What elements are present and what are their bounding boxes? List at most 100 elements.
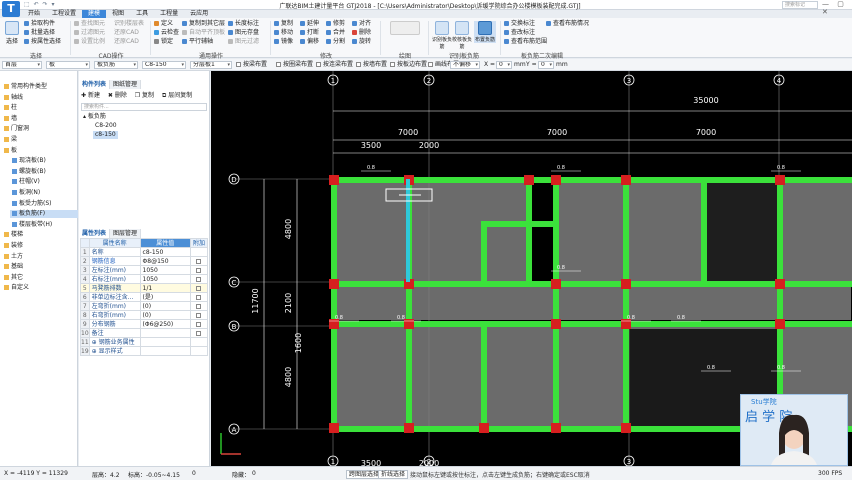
- copy-between-floors-button[interactable]: ⧉ 层间复制: [162, 92, 192, 99]
- nav-item[interactable]: 其它: [2, 274, 78, 282]
- tab-modeling[interactable]: 建模: [82, 10, 107, 18]
- nav-item[interactable]: 轴线: [2, 94, 78, 102]
- property-row[interactable]: 10 备注: [80, 328, 209, 338]
- find-element-button[interactable]: 查找图元: [74, 20, 105, 27]
- y-input[interactable]: 0: [538, 61, 554, 69]
- tab-view[interactable]: 视图: [106, 10, 130, 18]
- nav-item[interactable]: 板负筋(F): [10, 210, 78, 219]
- nav-item[interactable]: 螺旋板(B): [10, 168, 78, 176]
- tab-property-list[interactable]: 属性列表: [79, 229, 111, 238]
- auto-flush-top-button[interactable]: 自动平齐顶板: [182, 29, 225, 36]
- property-extra[interactable]: [189, 328, 209, 338]
- filter-element-button[interactable]: 过滤图元: [74, 29, 105, 36]
- break-button[interactable]: 打断: [300, 29, 319, 36]
- property-value[interactable]: (0): [139, 310, 191, 320]
- view-rebar-range-button[interactable]: 查看布筋范围: [504, 38, 547, 45]
- nav-item[interactable]: 板: [2, 147, 78, 155]
- checkbox[interactable]: [196, 294, 202, 300]
- tab-start[interactable]: 开始: [22, 10, 46, 18]
- property-row[interactable]: 7 左弯折(mm) (0): [80, 301, 209, 311]
- parallel-aux-axis-button[interactable]: 平行辅轴: [182, 38, 213, 45]
- property-extra[interactable]: [189, 337, 209, 347]
- component-item-c8-150[interactable]: c8-150: [93, 131, 118, 139]
- property-value[interactable]: 1/1: [139, 283, 191, 293]
- checkbox[interactable]: [196, 285, 202, 291]
- draw-tools[interactable]: [386, 21, 424, 36]
- new-component-button[interactable]: ✚ 新建: [81, 92, 100, 99]
- split-button[interactable]: 分割: [326, 38, 345, 45]
- nav-item[interactable]: 柱帽(V): [10, 178, 78, 186]
- restore-cad-button-2[interactable]: 还原CAD: [114, 38, 139, 45]
- nav-item[interactable]: 装修: [2, 242, 78, 250]
- nav-item[interactable]: 楼梯: [2, 231, 78, 239]
- property-extra[interactable]: [189, 265, 209, 275]
- property-row[interactable]: 1 名称 c8-150: [80, 247, 209, 257]
- tab-drawing-manager[interactable]: 图纸管理: [110, 80, 142, 89]
- restore-cad-button[interactable]: 还原CAD: [114, 29, 139, 36]
- tab-component-list[interactable]: 构件列表: [79, 80, 111, 89]
- member-type-select[interactable]: 板负筋: [94, 61, 138, 69]
- property-extra[interactable]: [189, 283, 209, 293]
- option-slab-edge[interactable]: 按板边布置: [390, 61, 427, 69]
- nav-item[interactable]: 自定义: [2, 284, 78, 292]
- view-rebar-status-button[interactable]: 查看布筋情况: [546, 20, 589, 27]
- select-button[interactable]: 选择: [2, 21, 22, 45]
- option-wall[interactable]: 按墙布置: [356, 61, 387, 69]
- element-filter-button[interactable]: 图元过滤: [228, 38, 259, 45]
- tree-root-node[interactable]: ▴ 板负筋: [83, 113, 106, 121]
- property-extra[interactable]: [189, 292, 209, 302]
- cloud-check-button[interactable]: 云检查: [154, 29, 179, 36]
- nav-item[interactable]: 现浇板(B): [10, 157, 78, 165]
- nav-item[interactable]: 墙: [2, 115, 78, 123]
- define-button[interactable]: 定义: [154, 20, 173, 27]
- option-beam[interactable]: 按梁布置: [236, 61, 267, 69]
- layer-select[interactable]: 分层板1: [190, 61, 232, 69]
- window-controls[interactable]: — ▢ ✕: [822, 0, 852, 16]
- nav-item[interactable]: 楼层板带(H): [10, 221, 78, 229]
- copy-button[interactable]: 复制: [274, 20, 293, 27]
- nav-item[interactable]: 基础: [2, 263, 78, 271]
- delete-component-button[interactable]: ✖ 删除: [108, 92, 127, 99]
- nav-item[interactable]: 梁: [2, 136, 78, 144]
- edit-label-button[interactable]: 查改标注: [504, 29, 535, 36]
- property-value[interactable]: (是): [139, 292, 191, 302]
- nav-item[interactable]: 常用构件类型: [2, 83, 78, 91]
- property-value[interactable]: (Φ6@250): [139, 319, 191, 329]
- property-extra[interactable]: [189, 301, 209, 311]
- property-value[interactable]: [139, 337, 191, 347]
- property-value[interactable]: [139, 328, 191, 338]
- category-select[interactable]: 板: [46, 61, 90, 69]
- property-value[interactable]: 1050: [139, 274, 191, 284]
- save-element-button[interactable]: 图元存盘: [228, 29, 259, 36]
- x-input[interactable]: 0: [496, 61, 512, 69]
- component-search-input[interactable]: 搜索构件...: [81, 103, 207, 111]
- checkbox[interactable]: [196, 303, 202, 309]
- property-row[interactable]: 4 右标注(mm) 1050: [80, 274, 209, 284]
- option-ring-beam[interactable]: 按圈梁布置: [276, 61, 313, 69]
- tab-layer-manager[interactable]: 图层管理: [110, 229, 142, 238]
- nav-item[interactable]: 门窗洞: [2, 125, 78, 133]
- property-row[interactable]: 11 ⊕ 钢筋业务属性: [80, 337, 209, 347]
- property-value[interactable]: (0): [139, 301, 191, 311]
- identify-rebar-button[interactable]: 识别板负筋: [432, 21, 452, 50]
- lock-button[interactable]: 锁定: [154, 38, 173, 45]
- search-input[interactable]: 搜索标记: [782, 1, 818, 9]
- nav-item[interactable]: 板受力筋(S): [10, 200, 78, 208]
- copy-component-button[interactable]: ❐ 复制: [135, 92, 154, 99]
- app-logo-icon[interactable]: T: [2, 1, 20, 17]
- mirror-button[interactable]: 镜像: [274, 38, 293, 45]
- tab-tools[interactable]: 工具: [130, 10, 154, 18]
- merge-button[interactable]: 合并: [326, 29, 345, 36]
- checkbox[interactable]: [196, 276, 202, 282]
- property-extra[interactable]: [189, 274, 209, 284]
- swap-label-button[interactable]: 交换标注: [504, 20, 535, 27]
- checkbox[interactable]: [196, 258, 202, 264]
- checkbox[interactable]: [196, 321, 202, 327]
- offset-button[interactable]: 偏移: [300, 38, 319, 45]
- tab-project-settings[interactable]: 工程设置: [46, 10, 82, 18]
- length-dimension-button[interactable]: 长度标注: [228, 20, 259, 27]
- check-rebar-button[interactable]: 校核板负筋: [452, 21, 472, 50]
- tab-cloud[interactable]: 云应用: [184, 10, 214, 18]
- align-button[interactable]: 对齐: [352, 20, 371, 27]
- copy-to-other-floor-button[interactable]: 复制到其它层: [182, 20, 225, 27]
